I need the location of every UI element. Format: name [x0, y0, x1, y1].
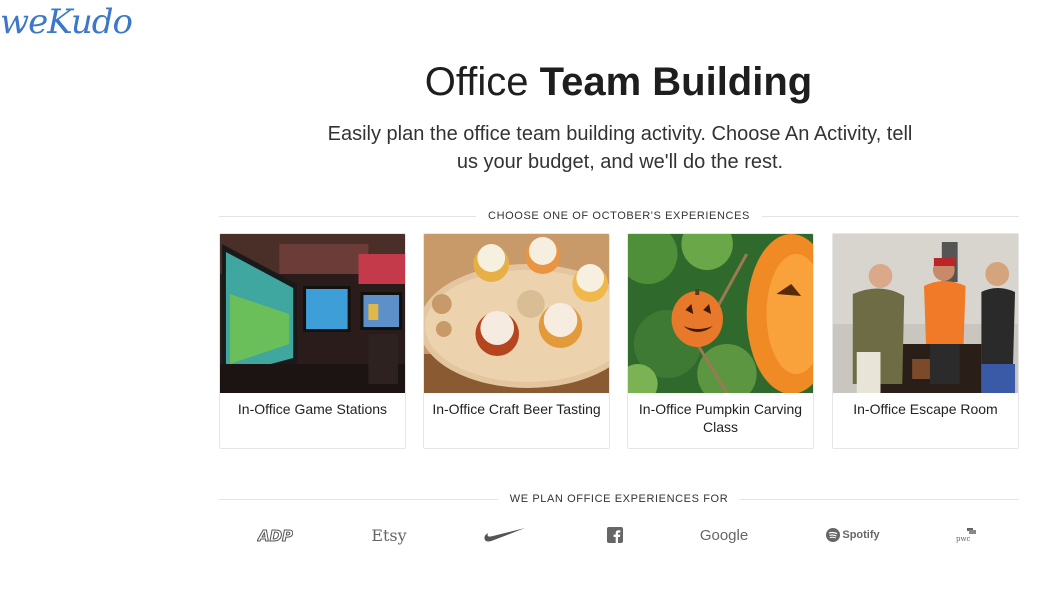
- experience-card-pumpkin-carving[interactable]: In-Office Pumpkin Carving Class: [627, 233, 814, 449]
- subtitle-line-2: us your budget, and we'll do the rest.: [456, 151, 784, 173]
- page-title-light: Office: [424, 60, 529, 104]
- experience-card-title: In-Office Game Stations: [237, 401, 388, 417]
- etsy-logo: Etsy: [371, 525, 407, 545]
- page-subtitle: Easily plan the office team building act…: [300, 120, 940, 176]
- google-logo: Google: [699, 526, 749, 544]
- escape-room-photo: [833, 234, 1018, 393]
- facebook-logo: [606, 522, 624, 548]
- experience-card-game-stations[interactable]: In-Office Game Stations: [219, 233, 406, 449]
- pwc-logo: pwc: [955, 522, 979, 548]
- experience-card-title: In-Office Escape Room: [853, 401, 998, 417]
- nike-logo: [483, 522, 527, 548]
- client-logos: ADP Etsy Google Spotify pwc: [219, 522, 1019, 548]
- wekudo-logo[interactable]: weKudo: [0, 2, 133, 42]
- spotify-wordmark: Spotify: [842, 529, 880, 541]
- experiences-divider: CHOOSE ONE OF OCTOBER'S EXPERIENCES: [219, 209, 1019, 223]
- experience-cards: In-Office Game Stations In-Office Craft …: [219, 233, 1019, 449]
- pwc-mark: pwc: [956, 528, 976, 543]
- svg-text:ADP: ADP: [257, 527, 293, 544]
- game-stations-photo: [220, 234, 405, 393]
- experiences-heading: CHOOSE ONE OF OCTOBER'S EXPERIENCES: [476, 209, 762, 223]
- experience-card-beer-tasting[interactable]: In-Office Craft Beer Tasting: [423, 233, 610, 449]
- page-title: Office Team Building: [0, 60, 1037, 105]
- pumpkin-photo: [628, 234, 813, 393]
- subtitle-line-1: Easily plan the office team building act…: [327, 123, 913, 145]
- spotify-icon: [826, 528, 841, 542]
- clients-heading: WE PLAN OFFICE EXPERIENCES FOR: [497, 492, 741, 506]
- spotify-logo: Spotify: [825, 522, 881, 548]
- nike-swoosh-icon: [484, 528, 525, 542]
- adp-logo-mark: ADP: [257, 527, 293, 545]
- svg-text:pwc: pwc: [956, 535, 970, 543]
- clients-divider: WE PLAN OFFICE EXPERIENCES FOR: [219, 492, 1019, 506]
- beer-tasting-photo: [424, 234, 609, 393]
- experience-card-escape-room[interactable]: In-Office Escape Room: [832, 233, 1019, 449]
- experience-card-title: In-Office Pumpkin Carving Class: [638, 401, 803, 435]
- adp-logo: ADP: [255, 522, 295, 548]
- experience-card-title: In-Office Craft Beer Tasting: [432, 401, 601, 417]
- facebook-icon: [607, 527, 623, 543]
- page-title-bold: Team Building: [539, 60, 813, 104]
